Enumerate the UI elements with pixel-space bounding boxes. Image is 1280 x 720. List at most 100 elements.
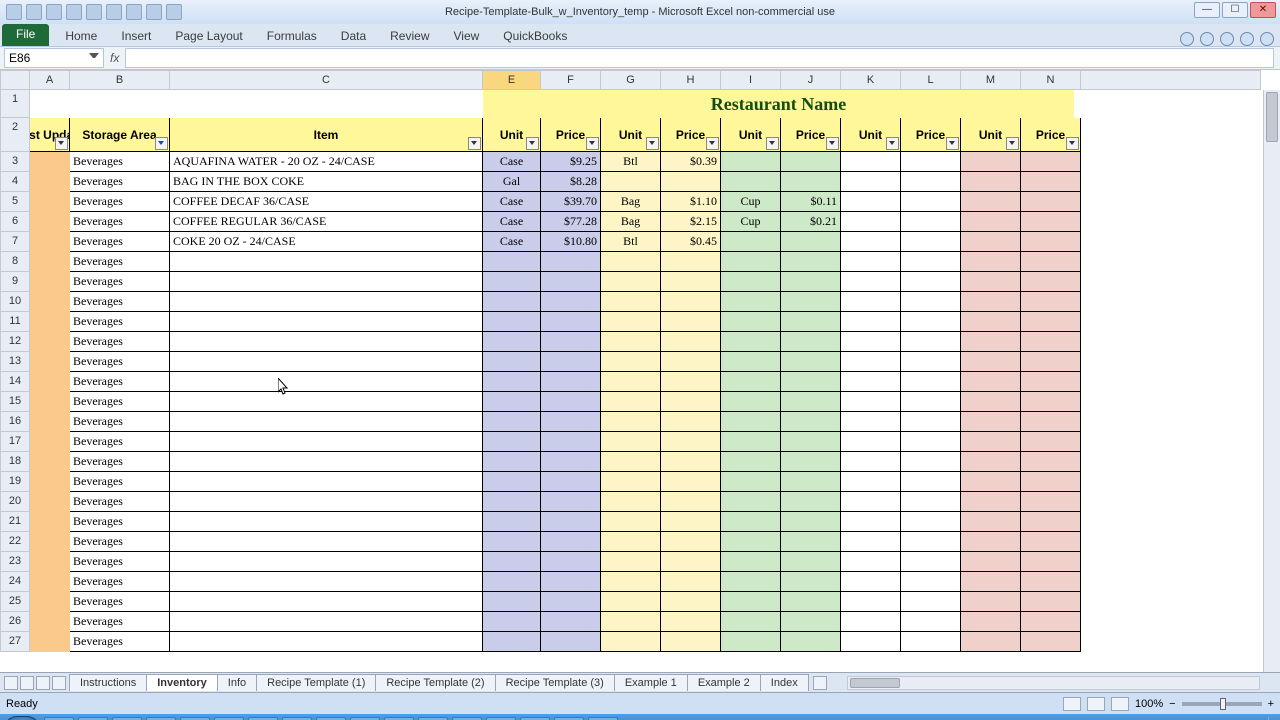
cell[interactable] — [901, 232, 961, 252]
cell[interactable] — [601, 472, 661, 492]
cell[interactable]: $9.25 — [541, 152, 601, 172]
row-header-27[interactable]: 27 — [0, 632, 30, 652]
cell[interactable] — [483, 332, 541, 352]
ribbon-tab-page-layout[interactable]: Page Layout — [163, 26, 254, 46]
cell[interactable] — [170, 452, 483, 472]
row-header-2[interactable]: 2 — [0, 118, 30, 152]
filter-icon[interactable] — [526, 137, 539, 150]
header-price[interactable]: Price — [541, 118, 601, 152]
filter-icon[interactable] — [586, 137, 599, 150]
cell[interactable]: $2.15 — [661, 212, 721, 232]
cell[interactable] — [841, 532, 901, 552]
column-header-K[interactable]: K — [841, 70, 901, 90]
undo-icon[interactable] — [46, 4, 62, 20]
cell[interactable] — [781, 152, 841, 172]
cell[interactable] — [961, 452, 1021, 472]
cell[interactable]: Beverages — [70, 152, 170, 172]
view-pagebreak-icon[interactable] — [1111, 697, 1129, 711]
cell[interactable] — [781, 292, 841, 312]
cell[interactable] — [601, 552, 661, 572]
cell[interactable] — [721, 352, 781, 372]
cell[interactable] — [721, 452, 781, 472]
cell[interactable] — [601, 312, 661, 332]
cell[interactable] — [901, 192, 961, 212]
cell[interactable] — [483, 532, 541, 552]
fx-icon[interactable]: fx — [110, 51, 119, 65]
doc-close-icon[interactable] — [1260, 32, 1274, 46]
cell[interactable] — [1021, 512, 1081, 532]
cell[interactable] — [1021, 172, 1081, 192]
cell[interactable] — [483, 472, 541, 492]
cell[interactable] — [1021, 232, 1081, 252]
sheet-tab-example-1[interactable]: Example 1 — [614, 674, 688, 691]
cell[interactable] — [661, 512, 721, 532]
cell[interactable] — [541, 412, 601, 432]
cell-last-update[interactable] — [30, 512, 70, 532]
cell[interactable] — [170, 372, 483, 392]
cell[interactable] — [781, 632, 841, 652]
cell[interactable] — [901, 312, 961, 332]
cell[interactable] — [961, 392, 1021, 412]
cell[interactable] — [901, 492, 961, 512]
cell[interactable] — [601, 632, 661, 652]
cell[interactable] — [841, 472, 901, 492]
cell[interactable]: Case — [483, 152, 541, 172]
row-header-3[interactable]: 3 — [0, 152, 30, 172]
cell[interactable] — [721, 412, 781, 432]
cell[interactable]: Btl — [601, 152, 661, 172]
cell[interactable] — [721, 592, 781, 612]
cell-last-update[interactable] — [30, 272, 70, 292]
cell[interactable]: Beverages — [70, 572, 170, 592]
cell[interactable] — [483, 592, 541, 612]
column-header-C[interactable]: C — [170, 70, 483, 90]
cell[interactable] — [721, 392, 781, 412]
cell-blank[interactable] — [1081, 532, 1261, 552]
cell[interactable] — [901, 412, 961, 432]
cell-blank[interactable] — [1081, 352, 1261, 372]
column-header-J[interactable]: J — [781, 70, 841, 90]
cell[interactable] — [901, 532, 961, 552]
column-header-N[interactable]: N — [1021, 70, 1081, 90]
cell[interactable]: $10.80 — [541, 232, 601, 252]
cell-blank[interactable] — [1081, 552, 1261, 572]
cell[interactable] — [901, 332, 961, 352]
row-header-1[interactable]: 1 — [0, 90, 30, 118]
cell[interactable] — [541, 252, 601, 272]
cell[interactable] — [601, 352, 661, 372]
cell-blank[interactable] — [1081, 512, 1261, 532]
cell[interactable] — [721, 292, 781, 312]
cell[interactable] — [661, 472, 721, 492]
select-all-corner[interactable] — [0, 70, 30, 90]
cell[interactable] — [483, 492, 541, 512]
cell[interactable] — [483, 552, 541, 572]
column-header-blank[interactable] — [1081, 70, 1261, 90]
cell[interactable] — [170, 552, 483, 572]
cell[interactable]: BAG IN THE BOX COKE — [170, 172, 483, 192]
cell-last-update[interactable] — [30, 552, 70, 572]
cell[interactable]: Beverages — [70, 592, 170, 612]
cell-last-update[interactable] — [30, 252, 70, 272]
cell[interactable] — [1021, 212, 1081, 232]
cell[interactable] — [170, 432, 483, 452]
row-header-10[interactable]: 10 — [0, 292, 30, 312]
cell-blank[interactable] — [1081, 412, 1261, 432]
cell[interactable] — [541, 512, 601, 532]
cell-blank[interactable] — [1081, 152, 1261, 172]
cell[interactable] — [483, 352, 541, 372]
cell[interactable] — [1021, 352, 1081, 372]
cell[interactable] — [661, 452, 721, 472]
column-header-H[interactable]: H — [661, 70, 721, 90]
cell[interactable] — [781, 252, 841, 272]
cell[interactable] — [841, 312, 901, 332]
chevron-down-icon[interactable] — [89, 53, 99, 63]
cell[interactable]: Btl — [601, 232, 661, 252]
row-header-16[interactable]: 16 — [0, 412, 30, 432]
cell[interactable] — [483, 432, 541, 452]
cell[interactable]: Bag — [601, 212, 661, 232]
cell[interactable] — [961, 432, 1021, 452]
cell[interactable] — [661, 612, 721, 632]
sheet-tab-inventory[interactable]: Inventory — [146, 674, 218, 691]
cell[interactable] — [721, 432, 781, 452]
cell-last-update[interactable] — [30, 632, 70, 652]
cell[interactable]: Beverages — [70, 512, 170, 532]
